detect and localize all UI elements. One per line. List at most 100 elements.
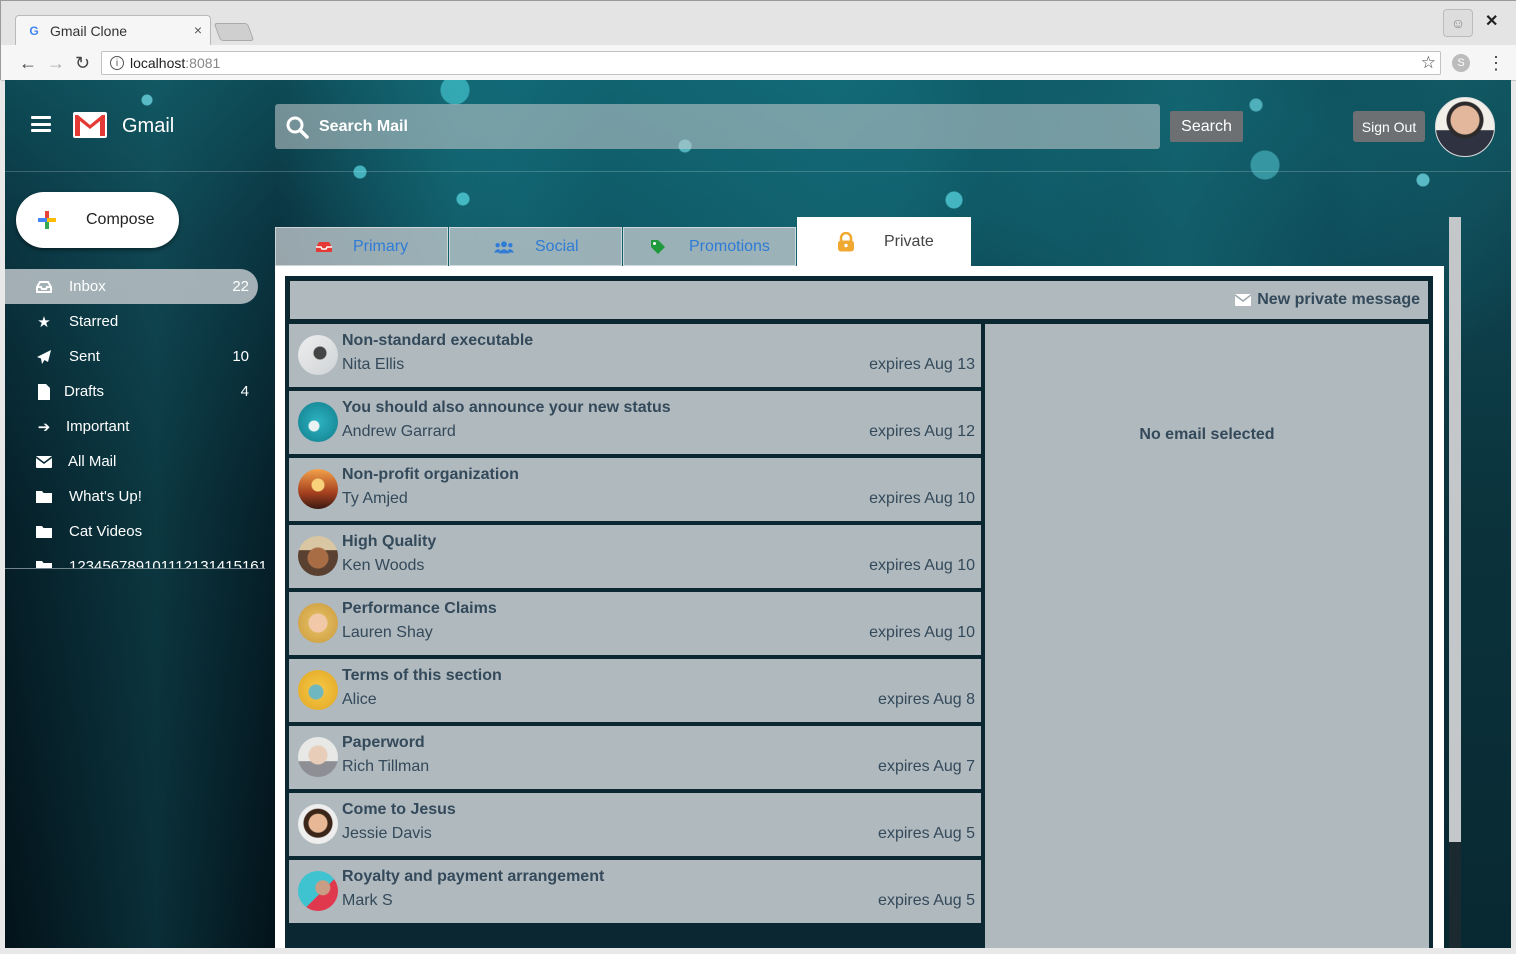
search-input[interactable]: Search Mail [275,104,1160,149]
sidebar-item-sent[interactable]: Sent 10 [5,339,265,374]
browser-toolbar: ← → ↻ i localhost:8081 ☆ S ⋮ [1,45,1516,81]
avatar [298,469,338,509]
new-private-message-button[interactable]: New private message [289,280,1429,320]
sidebar-item-count: 22 [232,278,249,295]
scrollbar-thumb[interactable] [1449,217,1461,842]
folder-icon [35,558,53,568]
list-item[interactable]: High Quality Ken Woods expires Aug 10 [289,525,981,588]
email-subject: Terms of this section [342,667,502,684]
arrow-right-icon: ➔ [37,418,51,436]
tab-social[interactable]: Social [449,227,622,266]
sidebar-divider [5,568,265,569]
sidebar-item-label: What's Up! [69,488,142,505]
compose-button[interactable]: Compose [16,192,179,248]
google-favicon-icon: G [29,23,39,38]
url-host: localhost [130,55,186,71]
avatar [298,670,338,710]
extension-icon[interactable]: S [1452,54,1470,72]
sidebar-item-drafts[interactable]: Drafts 4 [5,374,265,409]
avatar [298,536,338,576]
folder-icon [35,488,53,506]
new-tab-button[interactable] [213,23,255,41]
email-expiry: expires Aug 10 [869,557,975,574]
tag-icon [648,237,668,257]
empty-detail-message: No email selected [1139,426,1275,443]
search-button[interactable]: Search [1170,111,1243,142]
sidebar-item-all-mail[interactable]: All Mail [5,444,265,479]
inbox-tray-icon [314,237,334,257]
header-divider [5,171,1511,172]
profile-icon[interactable]: ☺ [1443,9,1473,37]
email-sender: Nita Ellis [342,356,405,373]
list-item[interactable]: Performance Claims Lauren Shay expires A… [289,592,981,655]
folder-icon [35,523,53,541]
menu-hamburger-icon[interactable] [31,116,51,132]
list-item[interactable]: Paperword Rich Tillman expires Aug 7 [289,726,981,789]
sidebar-item-label: 123456789101112131415161718 [69,558,265,568]
tab-promotions[interactable]: Promotions [623,227,796,266]
avatar [298,603,338,643]
tab-close-icon[interactable]: × [194,22,202,38]
send-icon [35,348,53,366]
envelope-icon [35,453,53,471]
sidebar-item-inbox[interactable]: Inbox 22 [5,269,258,304]
tab-private[interactable]: Private [797,217,971,266]
info-icon[interactable]: i [110,56,124,70]
star-icon: ★ [37,313,51,331]
email-detail-pane: No email selected [985,324,1429,948]
sidebar-item-cat-videos[interactable]: Cat Videos [5,514,265,549]
compose-label: Compose [86,211,155,228]
sidebar-item-whats-up[interactable]: What's Up! [5,479,265,514]
reload-icon[interactable]: ↻ [75,53,90,74]
email-expiry: expires Aug 13 [869,356,975,373]
sidebar-item-starred[interactable]: ★ Starred [5,304,265,339]
gmail-app: Gmail Search Mail Search Sign Out Compos… [5,80,1511,948]
browser-tabstrip: G Gmail Clone × ☺ ✕ [1,1,1516,45]
scrollbar[interactable] [1449,217,1461,948]
sidebar-item-label: All Mail [68,453,117,470]
browser-chrome: G Gmail Clone × ☺ ✕ ← → ↻ i localhost:80… [0,0,1516,81]
back-arrow-icon[interactable]: ← [19,53,37,74]
list-item[interactable]: Royalty and payment arrangement Mark S e… [289,860,981,923]
list-item[interactable]: Non-profit organization Ty Amjed expires… [289,458,981,521]
list-item[interactable]: Terms of this section Alice expires Aug … [289,659,981,722]
email-expiry: expires Aug 10 [869,490,975,507]
email-subject: Come to Jesus [342,801,456,818]
email-sender: Andrew Garrard [342,423,456,440]
email-subject: Non-profit organization [342,466,519,483]
avatar [298,335,338,375]
sign-out-button[interactable]: Sign Out [1353,111,1425,142]
email-subject: High Quality [342,533,437,550]
sidebar-item-important[interactable]: ➔ Important [5,409,265,444]
tab-primary[interactable]: Primary [275,227,448,266]
browser-tab-title: Gmail Clone [50,22,128,39]
tab-label: Private [884,232,934,250]
email-subject: Non-standard executable [342,332,534,349]
plus-icon [38,211,56,229]
sidebar-item-count: 4 [240,383,249,400]
avatar [298,737,338,777]
browser-menu-icon[interactable]: ⋮ [1487,53,1505,74]
list-item[interactable]: You should also announce your new status… [289,391,981,454]
browser-tab[interactable]: G Gmail Clone × [15,15,211,45]
sidebar-item-label: Sent [69,348,100,365]
email-subject: Royalty and payment arrangement [342,868,605,885]
url-port: :8081 [185,55,221,71]
private-panel: New private message Non-standard executa… [275,266,1444,948]
sidebar-item-count: 10 [232,348,249,365]
window-close-icon[interactable]: ✕ [1485,11,1498,31]
sidebar-item-label: Cat Videos [69,523,143,540]
bookmark-star-icon[interactable]: ☆ [1421,53,1436,73]
email-sender: Ken Woods [342,557,425,574]
list-item[interactable]: Non-standard executable Nita Ellis expir… [289,324,981,387]
new-private-message-label: New private message [1257,291,1420,308]
user-avatar[interactable] [1435,97,1495,157]
brand-title: Gmail [122,115,175,137]
email-expiry: expires Aug 7 [878,758,975,775]
email-expiry: expires Aug 12 [869,423,975,440]
lock-icon [836,231,856,252]
list-item[interactable]: Come to Jesus Jessie Davis expires Aug 5 [289,793,981,856]
sidebar-item-numbers-folder[interactable]: 123456789101112131415161718 [5,549,265,568]
address-bar[interactable]: i localhost:8081 ☆ [101,51,1441,75]
forward-arrow-icon[interactable]: → [47,53,65,74]
